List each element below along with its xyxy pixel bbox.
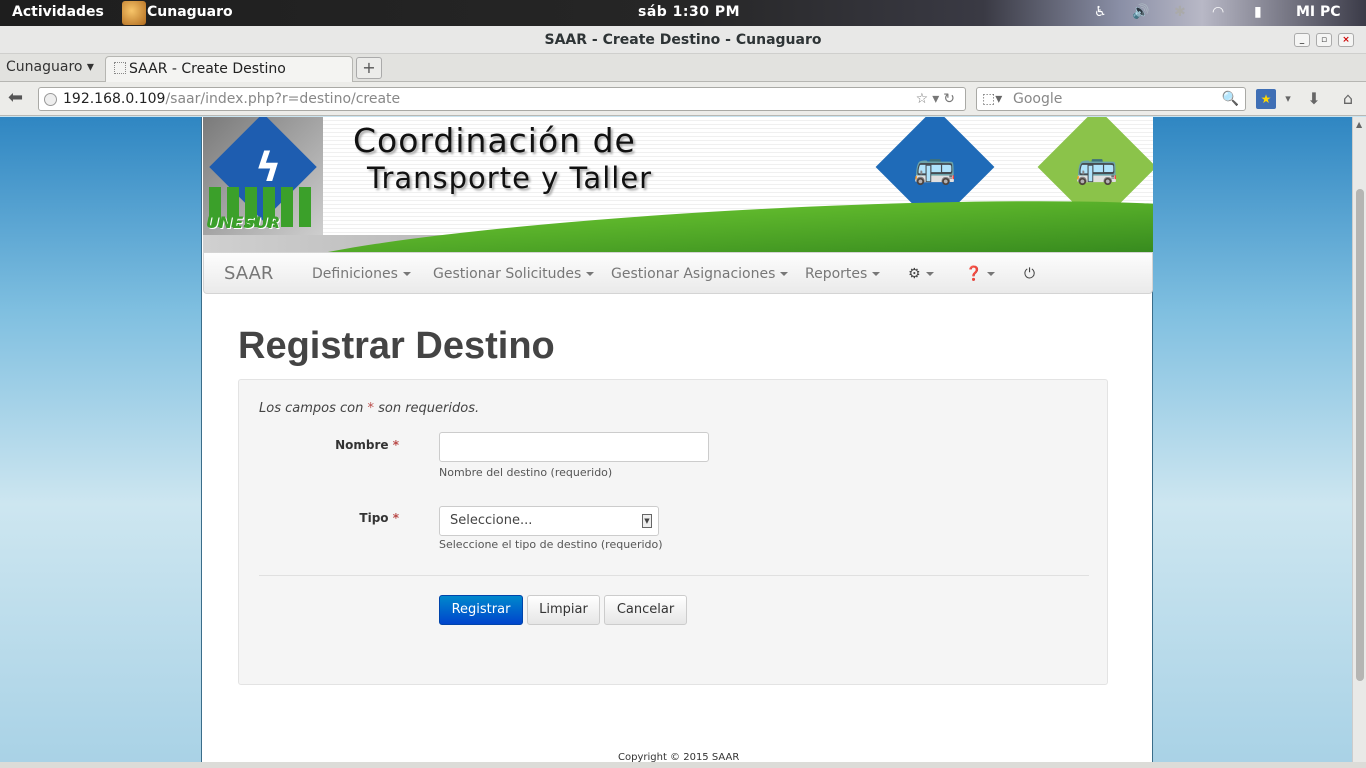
- power-icon[interactable]: ⏻: [1024, 266, 1035, 282]
- search-placeholder: Google: [1013, 91, 1063, 107]
- unesur-logo: ϟ UNESUR: [203, 117, 323, 237]
- minimize-icon[interactable]: _: [1294, 33, 1310, 47]
- caret-down-icon: [586, 272, 595, 276]
- url-dropdown-icon[interactable]: ▾: [932, 91, 943, 107]
- nav-reportes[interactable]: Reportes: [805, 266, 881, 282]
- required-note: Los campos con * son requeridos.: [259, 401, 480, 416]
- app-navbar: SAAR Definiciones Gestionar Solicitudes …: [203, 252, 1153, 294]
- app-icon[interactable]: [122, 1, 146, 25]
- bookmarks-dropdown-icon[interactable]: ▾: [1278, 89, 1298, 109]
- scroll-up-icon[interactable]: ▲: [1356, 120, 1362, 129]
- browser-navbar: ⬅ 192.168.0.109/saar/index.php?r=destino…: [0, 82, 1366, 116]
- caret-down-icon: [872, 272, 881, 276]
- registrar-button[interactable]: Registrar: [439, 595, 523, 625]
- bookmarks-icon[interactable]: ★: [1256, 89, 1276, 109]
- scrollbar-thumb[interactable]: [1356, 189, 1364, 681]
- select-arrow-icon: ▼: [642, 514, 652, 528]
- brand-link[interactable]: SAAR: [224, 263, 273, 284]
- page-favicon-icon: [114, 62, 126, 74]
- page-viewport: ϟ UNESUR Coordinación de Transporte y Ta…: [0, 117, 1352, 762]
- caret-down-icon: [402, 272, 411, 276]
- nav-gestionar-solicitudes[interactable]: Gestionar Solicitudes: [433, 266, 595, 282]
- back-arrow-icon[interactable]: ⬅: [8, 88, 28, 108]
- system-top-bar: Actividades Cunaguaro sáb 1:30 PM ♿ 🔊 ✱ …: [0, 0, 1366, 26]
- globe-icon: [44, 93, 57, 106]
- accessibility-icon[interactable]: ♿: [1094, 4, 1107, 20]
- bookmark-star-icon[interactable]: ☆: [916, 91, 933, 107]
- search-engine-icon[interactable]: ⬚▾: [982, 88, 1002, 110]
- search-bar[interactable]: ⬚▾ Google 🔍: [976, 87, 1246, 111]
- tipo-select[interactable]: Seleccione... ▼: [439, 506, 659, 536]
- cancelar-button[interactable]: Cancelar: [604, 595, 687, 625]
- reload-icon[interactable]: ↻: [943, 91, 959, 107]
- nombre-help: Nombre del destino (requerido): [439, 466, 613, 479]
- page-scrollbar[interactable]: ▲: [1352, 117, 1366, 762]
- nav-settings[interactable]: ⚙: [908, 266, 934, 282]
- gear-icon: ⚙: [908, 266, 921, 282]
- close-icon[interactable]: ×: [1338, 33, 1354, 47]
- window-titlebar: SAAR - Create Destino - Cunaguaro _ ▫ ×: [0, 26, 1366, 54]
- bluetooth-icon[interactable]: ✱: [1174, 4, 1186, 20]
- page-title: Registrar Destino: [238, 325, 555, 367]
- status-bar: [0, 762, 1366, 768]
- lightning-icon: ϟ: [255, 145, 282, 191]
- url-path: /saar/index.php?r=destino/create: [165, 91, 401, 107]
- tipo-help: Seleccione el tipo de destino (requerido…: [439, 538, 663, 551]
- page-container: ϟ UNESUR Coordinación de Transporte y Ta…: [201, 117, 1153, 762]
- url-bar[interactable]: 192.168.0.109/saar/index.php?r=destino/c…: [38, 87, 966, 111]
- tab-title: SAAR - Create Destino: [129, 61, 286, 77]
- url-host: 192.168.0.109: [63, 91, 166, 107]
- form-divider: [259, 575, 1089, 576]
- banner-title-line1: Coordinación de: [353, 121, 636, 160]
- caret-down-icon: [780, 272, 789, 276]
- header-banner: ϟ UNESUR Coordinación de Transporte y Ta…: [203, 117, 1153, 252]
- activities-button[interactable]: Actividades: [12, 4, 104, 20]
- nombre-input[interactable]: [439, 432, 709, 462]
- nav-gestionar-asignaciones[interactable]: Gestionar Asignaciones: [611, 266, 789, 282]
- maximize-icon[interactable]: ▫: [1316, 33, 1332, 47]
- volume-icon[interactable]: 🔊: [1132, 4, 1149, 20]
- destino-form: Los campos con * son requeridos. Nombre …: [238, 379, 1108, 685]
- wifi-icon[interactable]: ◠: [1212, 4, 1224, 20]
- nav-help[interactable]: ❓: [965, 266, 996, 282]
- new-tab-button[interactable]: +: [356, 57, 382, 79]
- caret-down-icon: [987, 272, 996, 276]
- tab-group-menu[interactable]: Cunaguaro ▾: [6, 59, 94, 75]
- search-icon[interactable]: 🔍: [1222, 88, 1239, 110]
- clock[interactable]: sáb 1:30 PM: [638, 4, 740, 20]
- copyright: Copyright © 2015 SAAR: [618, 752, 740, 762]
- app-menu[interactable]: Cunaguaro: [147, 4, 233, 20]
- tab-strip: Cunaguaro ▾ SAAR - Create Destino +: [0, 54, 1366, 82]
- caret-down-icon: [925, 272, 934, 276]
- window-title: SAAR - Create Destino - Cunaguaro: [544, 32, 822, 48]
- tipo-label: Tipo *: [359, 511, 399, 525]
- battery-icon[interactable]: ▮: [1254, 4, 1262, 20]
- home-icon[interactable]: ⌂: [1338, 89, 1358, 109]
- help-icon: ❓: [965, 266, 983, 282]
- limpiar-button[interactable]: Limpiar: [527, 595, 600, 625]
- user-menu[interactable]: MI PC: [1296, 4, 1341, 20]
- tab-saar-create-destino[interactable]: SAAR - Create Destino: [105, 56, 353, 82]
- banner-title-line2: Transporte y Taller: [367, 161, 653, 195]
- nombre-label: Nombre *: [335, 438, 399, 452]
- download-icon[interactable]: ⬇: [1304, 89, 1324, 109]
- nav-definiciones[interactable]: Definiciones: [312, 266, 411, 282]
